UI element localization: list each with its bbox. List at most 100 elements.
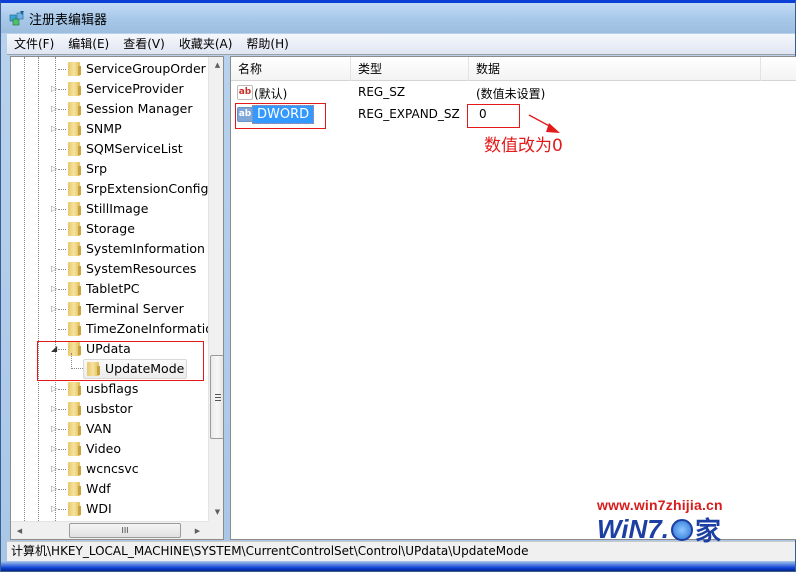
- folder-icon: [66, 502, 82, 516]
- tree-item[interactable]: ▷ Terminal Server: [11, 299, 208, 319]
- tree-item[interactable]: ▷ wcncsvc: [11, 459, 208, 479]
- tree-connector: [58, 89, 66, 90]
- tree-connector: [58, 69, 66, 70]
- column-name[interactable]: 名称: [231, 57, 351, 81]
- tree-item-label: SNMP: [86, 121, 122, 136]
- tree-connector: [58, 289, 66, 290]
- tree-item[interactable]: ▷ Srp: [11, 159, 208, 179]
- menu-edit[interactable]: 编辑(E): [61, 34, 116, 55]
- value-data: (数值未设置): [476, 87, 546, 101]
- value-name[interactable]: DWORD: [252, 105, 315, 124]
- folder-icon: [66, 242, 82, 256]
- column-type[interactable]: 类型: [351, 57, 469, 81]
- tree-item[interactable]: ▷ Session Manager: [11, 99, 208, 119]
- folder-icon: [66, 162, 82, 176]
- tree-item[interactable]: SystemInformation: [11, 239, 208, 259]
- windows-logo-icon: [671, 518, 693, 541]
- tree-connector: [58, 349, 66, 350]
- tree-item-selected[interactable]: UpdateMode: [11, 353, 208, 379]
- tree-connector: [58, 169, 66, 170]
- list-header: 名称 类型 数据: [231, 57, 796, 81]
- scroll-right-arrow-icon[interactable]: ▶: [189, 522, 206, 539]
- tree-item[interactable]: ▷ usbflags: [11, 379, 208, 399]
- scroll-down-arrow-icon[interactable]: ▼: [209, 504, 223, 521]
- tree-item[interactable]: SrpExtensionConfig: [11, 179, 208, 199]
- menu-favorites[interactable]: 收藏夹(A): [172, 34, 240, 55]
- tree-item-label: SystemInformation: [86, 241, 205, 256]
- hscroll-thumb[interactable]: III: [69, 523, 181, 538]
- title-bar[interactable]: 注册表编辑器: [1, 3, 795, 33]
- tree-item[interactable]: ServiceGroupOrder: [11, 59, 208, 79]
- tree-item[interactable]: ▷ SystemResources: [11, 259, 208, 279]
- tree-item-label: usbflags: [86, 381, 139, 396]
- tree-connector: [58, 449, 66, 450]
- tree-item-label: UpdateMode: [105, 361, 185, 376]
- tree-item[interactable]: Storage: [11, 219, 208, 239]
- tree-connector: [58, 269, 66, 270]
- tree-horizontal-scrollbar[interactable]: ◀ III ▶: [11, 521, 208, 539]
- tree-item[interactable]: TimeZoneInformation: [11, 319, 221, 339]
- menu-help[interactable]: 帮助(H): [239, 34, 295, 55]
- folder-icon: [85, 362, 101, 376]
- folder-icon: [66, 182, 82, 196]
- menu-file[interactable]: 文件(F): [7, 34, 61, 55]
- tree-item-label: WDI: [86, 501, 112, 516]
- tree-item[interactable]: ▷ Video: [11, 439, 208, 459]
- tree-item[interactable]: ▷ TabletPC: [11, 279, 208, 299]
- tree-item[interactable]: ▷ WDI: [11, 499, 208, 519]
- folder-icon: [66, 82, 82, 96]
- tree-item[interactable]: ▷ SNMP: [11, 119, 208, 139]
- value-data: 0: [479, 107, 487, 121]
- scroll-thumb[interactable]: [210, 355, 223, 439]
- scroll-up-arrow-icon[interactable]: ▲: [209, 57, 223, 74]
- tree-connector: [58, 249, 66, 250]
- tree-item[interactable]: SQMServiceList: [11, 139, 208, 159]
- tree-connector: [58, 189, 66, 190]
- tree-item[interactable]: ▷ Wdf: [11, 479, 208, 499]
- annotation-text: 数值改为0: [484, 136, 563, 156]
- folder-icon: [66, 482, 82, 496]
- tree-item[interactable]: ◢ UPdata: [11, 339, 208, 359]
- folder-icon: [66, 102, 82, 116]
- tree-item-label: usbstor: [86, 401, 133, 416]
- folder-icon: [66, 322, 82, 336]
- list-row[interactable]: ab (默认) REG_SZ (数值未设置): [231, 82, 796, 104]
- column-data[interactable]: 数据: [469, 57, 761, 81]
- tree-item-label: SQMServiceList: [86, 141, 183, 156]
- tree-item[interactable]: ▷ ServiceProvider: [11, 79, 208, 99]
- folder-icon: [66, 422, 82, 436]
- tree-vertical-scrollbar[interactable]: ▲ ▼: [208, 57, 223, 521]
- registry-tree[interactable]: ServiceGroupOrder ▷ ServiceProvider ▷ Sessio…: [10, 56, 224, 540]
- folder-icon: [66, 382, 82, 396]
- grip-line: [215, 400, 221, 401]
- scroll-left-arrow-icon[interactable]: ◀: [11, 522, 28, 539]
- tree-connector: [58, 509, 66, 510]
- tree-item-label: SrpExtensionConfig: [86, 181, 209, 196]
- values-list[interactable]: 名称 类型 数据 ab (默认) REG_SZ (数值未设置) ab DWORD…: [230, 56, 796, 540]
- menu-view[interactable]: 查看(V): [116, 34, 172, 55]
- tree-item-label: Terminal Server: [86, 301, 184, 316]
- tree-connector: [58, 489, 66, 490]
- tree-item-label: ServiceGroupOrder: [86, 61, 206, 76]
- tree-connector: [58, 209, 66, 210]
- tree-connector: [58, 329, 66, 330]
- tree-item-label: VAN: [86, 421, 112, 436]
- tree-item[interactable]: ▷ StillImage: [11, 199, 208, 219]
- tree-connector: [58, 409, 66, 410]
- tree-item-label: Session Manager: [86, 101, 193, 116]
- tree-item[interactable]: ▷ usbstor: [11, 399, 208, 419]
- list-row-selected[interactable]: ab DWORD REG_EXPAND_SZ 0: [231, 104, 796, 126]
- value-type: REG_SZ: [358, 85, 406, 99]
- tree-item-label: Storage: [86, 221, 135, 236]
- string-value-icon: ab: [237, 85, 253, 100]
- registry-editor-icon: [9, 11, 24, 26]
- tree-item-label: UPdata: [86, 341, 131, 356]
- tree-item-label: TimeZoneInformation: [86, 321, 221, 336]
- tree-item-label: Video: [86, 441, 122, 456]
- folder-icon: [66, 262, 82, 276]
- registry-editor-window: 注册表编辑器 文件(F) 编辑(E) 查看(V) 收藏夹(A) 帮助(H) Se…: [0, 0, 796, 572]
- folder-icon: [66, 142, 82, 156]
- tree-connector: [58, 229, 66, 230]
- tree-item[interactable]: ▷ VAN: [11, 419, 208, 439]
- window-title: 注册表编辑器: [29, 13, 108, 28]
